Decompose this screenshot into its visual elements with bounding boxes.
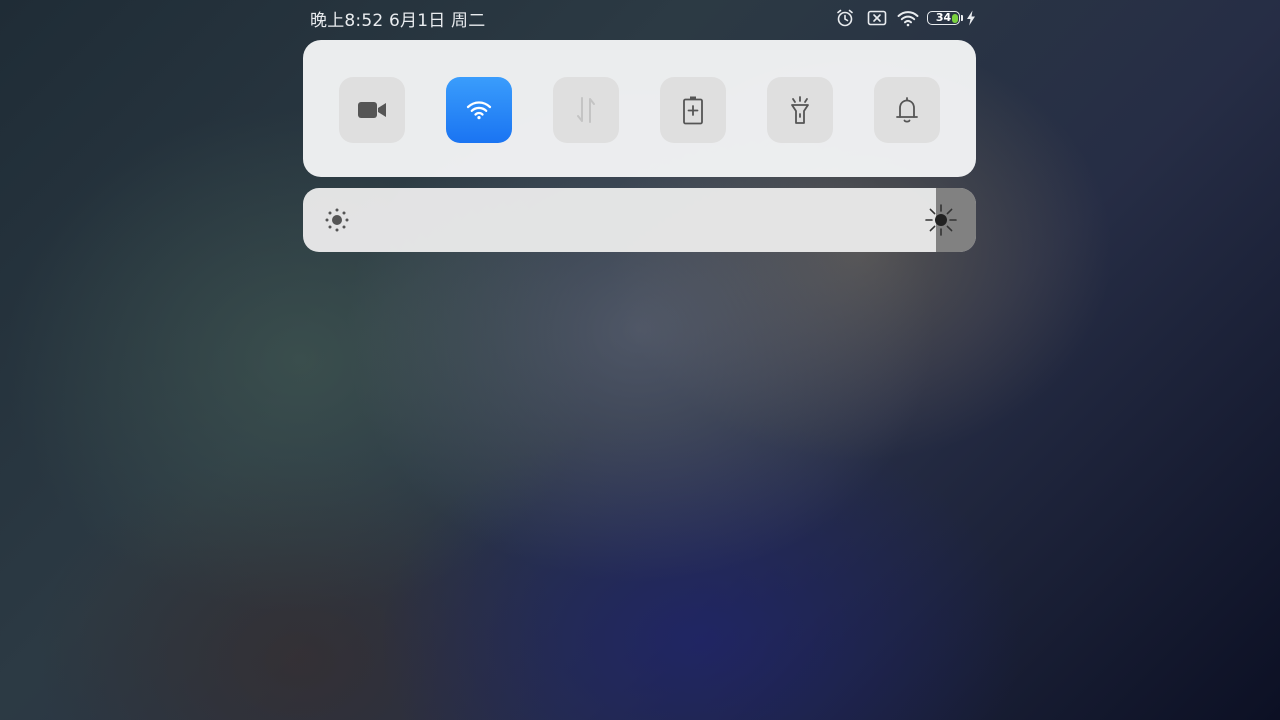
battery-level: 34: [935, 11, 952, 24]
toggle-mobile-data[interactable]: [553, 77, 619, 143]
data-transfer-icon: [577, 97, 595, 123]
sun-high-svg: [925, 204, 957, 236]
toggle-battery-saver[interactable]: [660, 77, 726, 143]
battery-nub: [961, 15, 963, 21]
battery-icon: 34: [927, 11, 963, 25]
sun-low-svg: [325, 208, 349, 232]
screen: 晚上8:52 6月1日 周二 34: [0, 0, 1280, 720]
wifi-icon: [466, 101, 492, 120]
status-bar: 晚上8:52 6月1日 周二 34: [303, 0, 976, 36]
toggle-sound[interactable]: [874, 77, 940, 143]
toggle-screen-recorder[interactable]: [339, 77, 405, 143]
wifi-icon: [897, 10, 919, 27]
battery-body: 34: [927, 11, 960, 25]
alarm-icon: [835, 8, 855, 28]
flashlight-icon: [791, 96, 809, 124]
toggle-wifi[interactable]: [446, 77, 512, 143]
sun-high-icon: [924, 203, 958, 241]
status-clock: 晚上8:52 6月1日 周二: [310, 11, 486, 31]
quick-toggles-panel: [303, 40, 976, 177]
brightness-slider[interactable]: [303, 188, 976, 252]
toggle-flashlight[interactable]: [767, 77, 833, 143]
bell-icon: [896, 97, 918, 123]
battery-saver-icon: [683, 96, 703, 125]
video-camera-icon: [358, 102, 386, 118]
status-icons: 34: [835, 6, 976, 30]
sun-low-icon: [323, 206, 351, 238]
charging-bolt-icon: [966, 10, 976, 26]
no-sim-icon: [867, 10, 887, 26]
